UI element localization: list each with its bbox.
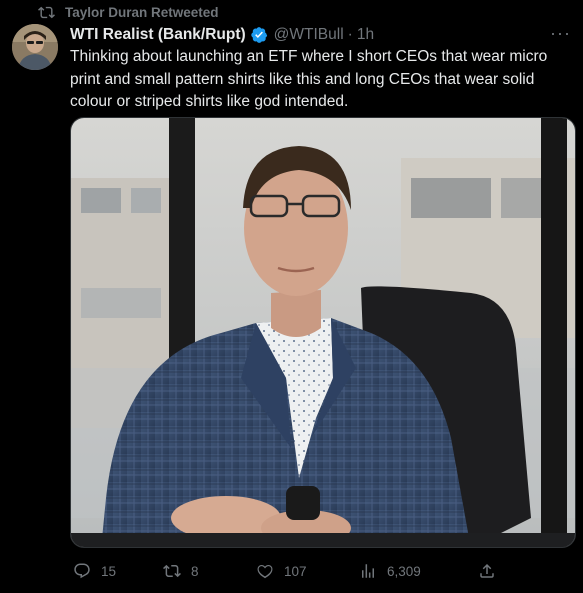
tweet-actions: 15 8 107 6,309 [70,560,576,582]
reply-icon [74,563,90,579]
tweet-header: WTI Realist (Bank/Rupt) @WTIBull · 1h ··… [70,24,573,46]
timestamp[interactable]: 1h [357,26,374,44]
retweet-count: 8 [191,563,199,579]
share-button[interactable] [478,560,496,582]
display-name[interactable]: WTI Realist (Bank/Rupt) [70,26,246,44]
retweet-context-text[interactable]: Taylor Duran Retweeted [65,5,219,20]
reply-button[interactable]: 15 [73,560,116,582]
like-count: 107 [284,563,307,579]
retweet-icon [163,564,181,578]
user-avatar[interactable] [12,24,58,70]
handle[interactable]: @WTIBull [274,26,344,44]
tweet-photo[interactable] [70,117,576,548]
like-button[interactable]: 107 [256,560,307,582]
retweet-icon [38,6,55,18]
share-icon [480,563,494,578]
tweet[interactable]: Taylor Duran Retweeted WTI Realist (Bank… [0,0,583,593]
verified-badge-icon[interactable] [250,26,268,44]
views-count: 6,309 [387,563,421,579]
tweet-text: Thinking about launching an ETF where I … [70,48,548,110]
more-dots-icon[interactable]: ··· [550,24,571,42]
views-button[interactable]: 6,309 [359,560,421,582]
retweet-button[interactable]: 8 [163,560,199,582]
separator-dot: · [347,26,353,43]
reply-count: 15 [101,563,117,579]
retweet-context: Taylor Duran Retweeted [38,3,219,21]
views-bar-icon [362,564,374,578]
heart-icon [257,564,273,579]
